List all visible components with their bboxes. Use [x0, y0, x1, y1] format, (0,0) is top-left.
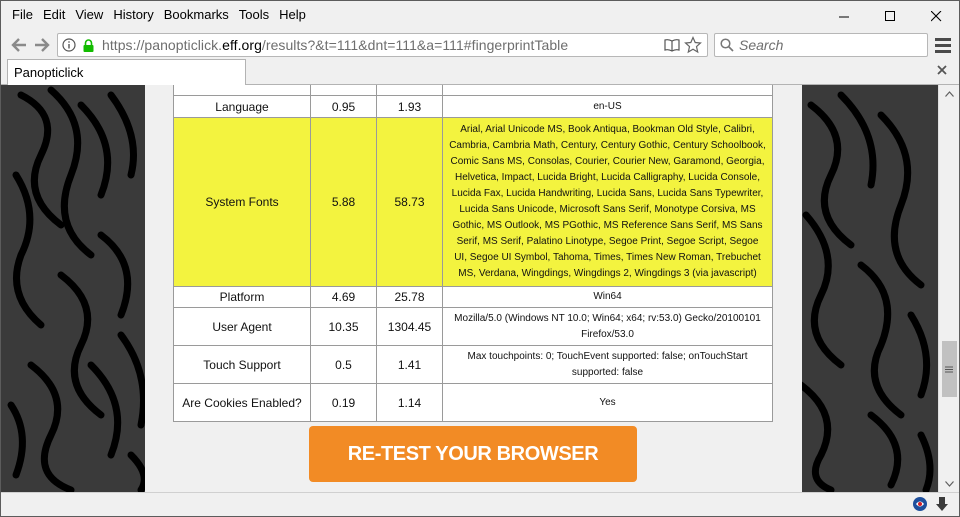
maximize-icon	[884, 10, 895, 21]
table-cell-one-in-x: 1.14	[376, 383, 443, 422]
tab-bar: Panopticlick	[1, 59, 959, 85]
privacy-badger-icon[interactable]	[912, 496, 928, 512]
back-arrow-icon	[11, 38, 26, 52]
table-row: Are Cookies Enabled? 0.19 1.14 Yes	[173, 383, 773, 422]
vertical-scrollbar[interactable]	[938, 85, 959, 492]
table-cell-bits: 5.88	[310, 117, 377, 287]
search-placeholder: Search	[739, 37, 784, 53]
back-button[interactable]	[8, 34, 30, 56]
scroll-down-arrow-icon[interactable]	[939, 475, 959, 492]
navigation-bar: https://panopticlick.eff.org/results?&t=…	[1, 31, 959, 59]
reader-view-icon[interactable]	[663, 36, 681, 54]
fingerprint-table: Language 0.95 1.93 en-US System Fonts 5.…	[173, 85, 773, 422]
table-row: Language 0.95 1.93 en-US	[173, 95, 773, 118]
table-row	[173, 85, 773, 96]
table-row: Platform 4.69 25.78 Win64	[173, 286, 773, 308]
table-cell-value: Max touchpoints: 0; TouchEvent supported…	[442, 345, 773, 384]
table-cell-value: Win64	[442, 286, 773, 308]
window-controls	[821, 1, 959, 29]
menu-bar: File Edit View History Bookmarks Tools H…	[1, 1, 959, 29]
minimize-button[interactable]	[821, 1, 867, 31]
table-cell-one-in-x: 1304.45	[376, 307, 443, 346]
table-cell-one-in-x: 25.78	[376, 286, 443, 308]
table-cell-value: Arial, Arial Unicode MS, Book Antiqua, B…	[442, 117, 773, 287]
table-cell-bits: 0.19	[310, 383, 377, 422]
forward-arrow-icon	[35, 38, 50, 52]
table-cell-bits: 10.35	[310, 307, 377, 346]
page-content: Language 0.95 1.93 en-US System Fonts 5.…	[1, 85, 938, 492]
menu-edit[interactable]: Edit	[38, 1, 70, 29]
menu-hamburger-icon[interactable]	[933, 35, 953, 55]
menu-tools[interactable]: Tools	[234, 1, 274, 29]
fingerprint-decoration-left	[7, 86, 148, 492]
table-cell-value: Mozilla/5.0 (Windows NT 10.0; Win64; x64…	[442, 307, 773, 346]
lock-icon[interactable]	[80, 34, 96, 56]
results-panel: Language 0.95 1.93 en-US System Fonts 5.…	[145, 85, 802, 492]
forward-button[interactable]	[31, 34, 53, 56]
table-cell-name: Language	[173, 95, 311, 118]
retest-browser-button[interactable]: RE-TEST YOUR BROWSER	[309, 426, 637, 482]
site-info-icon[interactable]	[58, 34, 80, 56]
menu-bookmarks[interactable]: Bookmarks	[159, 1, 234, 29]
scrollbar-thumb[interactable]	[942, 341, 957, 397]
search-icon	[715, 38, 739, 52]
table-cell-value: en-US	[442, 95, 773, 118]
close-tab-icon[interactable]	[935, 63, 949, 77]
status-bar	[1, 492, 959, 516]
table-cell-bits: 0.5	[310, 345, 377, 384]
url-text[interactable]: https://panopticlick.eff.org/results?&t=…	[96, 37, 568, 53]
maximize-button[interactable]	[867, 1, 913, 31]
search-bar[interactable]: Search	[714, 33, 928, 57]
download-arrow-icon[interactable]	[935, 496, 951, 512]
close-window-button[interactable]	[913, 1, 959, 31]
scroll-up-arrow-icon[interactable]	[939, 85, 959, 102]
table-cell-value: Yes	[442, 383, 773, 422]
table-row-spacer	[173, 85, 311, 96]
browser-window: File Edit View History Bookmarks Tools H…	[0, 0, 960, 517]
minimize-icon	[838, 16, 849, 17]
table-cell-one-in-x: 1.41	[376, 345, 443, 384]
fingerprint-decoration-right	[797, 91, 934, 492]
tab-panopticlick[interactable]: Panopticlick	[7, 59, 246, 85]
menu-help[interactable]: Help	[274, 1, 311, 29]
table-cell-name: Platform	[173, 286, 311, 308]
menu-view[interactable]: View	[70, 1, 108, 29]
table-cell-one-in-x: 58.73	[376, 117, 443, 287]
table-cell-bits: 0.95	[310, 95, 377, 118]
table-row: User Agent 10.35 1304.45 Mozilla/5.0 (Wi…	[173, 307, 773, 346]
table-cell-name: Touch Support	[173, 345, 311, 384]
table-cell-name: System Fonts	[173, 117, 311, 287]
table-cell-one-in-x: 1.93	[376, 95, 443, 118]
menu-history[interactable]: History	[108, 1, 158, 29]
table-cell-bits: 4.69	[310, 286, 377, 308]
close-icon	[930, 10, 941, 21]
table-row-highlighted: System Fonts 5.88 58.73 Arial, Arial Uni…	[173, 117, 773, 287]
table-cell-name: Are Cookies Enabled?	[173, 383, 311, 422]
table-cell-name: User Agent	[173, 307, 311, 346]
bookmark-star-icon[interactable]	[683, 35, 703, 55]
tab-title: Panopticlick	[14, 65, 84, 80]
url-bar[interactable]: https://panopticlick.eff.org/results?&t=…	[57, 33, 708, 57]
menu-file[interactable]: File	[1, 1, 38, 29]
table-row: Touch Support 0.5 1.41 Max touchpoints: …	[173, 345, 773, 384]
